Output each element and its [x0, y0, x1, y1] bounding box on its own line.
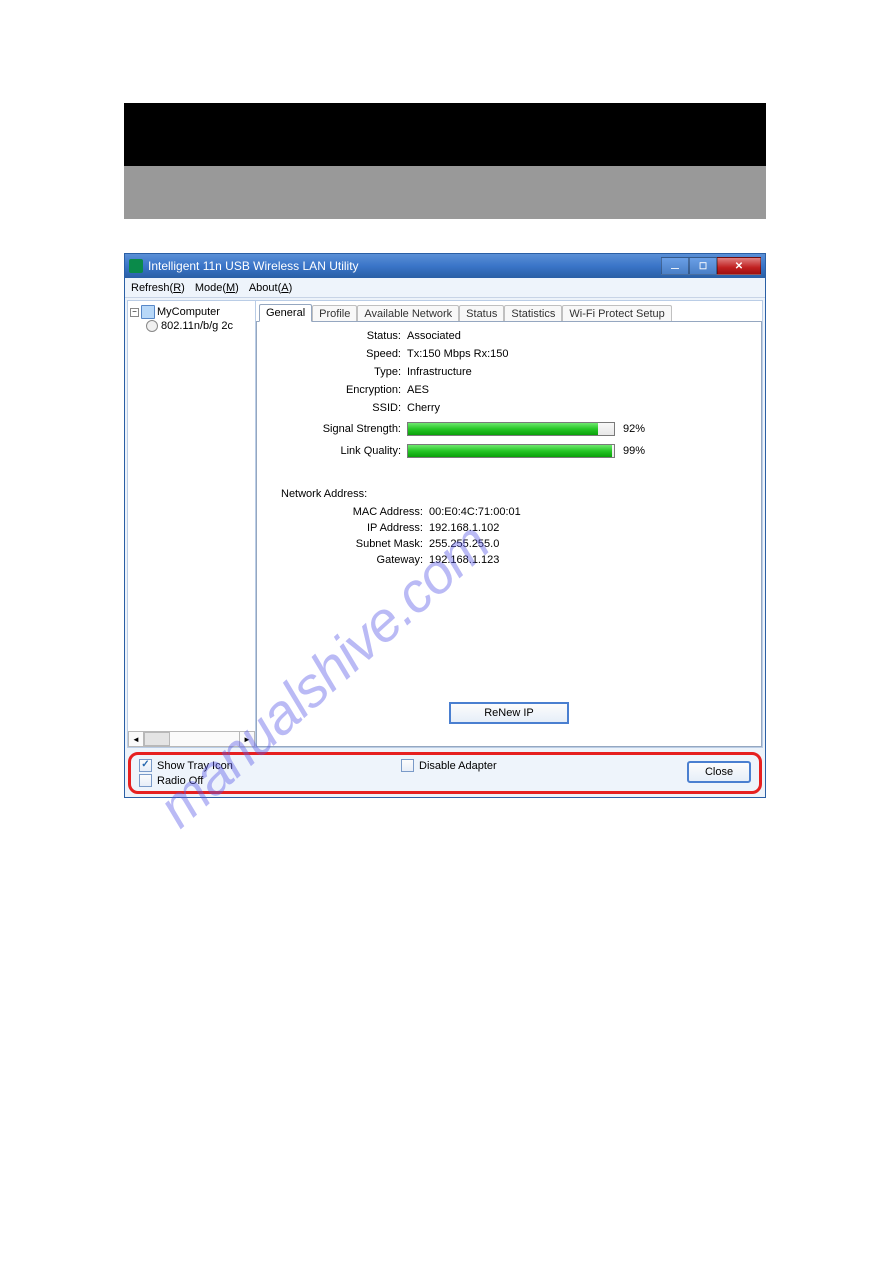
ip-value: 192.168.1.102	[429, 522, 499, 534]
checkbox-icon[interactable]	[139, 774, 152, 787]
tree-scrollbar[interactable]: ◄ ►	[128, 731, 255, 747]
minimize-button[interactable]	[661, 257, 689, 275]
tab-status[interactable]: Status	[459, 305, 504, 322]
link-quality-bar	[407, 444, 615, 458]
ssid-label: SSID:	[271, 402, 401, 414]
bottom-options-bar: Show Tray Icon Radio Off Disable Adapter…	[128, 752, 762, 794]
encryption-value: AES	[407, 384, 747, 396]
tree-root-label: MyComputer	[157, 306, 220, 318]
signal-strength-fill	[408, 423, 598, 435]
device-tree[interactable]: − MyComputer 802.11n/b/g 2c ◄ ►	[128, 301, 256, 747]
gateway-value: 192.168.1.123	[429, 554, 499, 566]
link-quality-fill	[408, 445, 612, 457]
radio-off-label: Radio Off	[157, 775, 203, 787]
speed-label: Speed:	[271, 348, 401, 360]
window-controls	[661, 257, 761, 275]
status-label: Status:	[271, 330, 401, 342]
window-close-button[interactable]	[717, 257, 761, 275]
scroll-left-button[interactable]: ◄	[128, 731, 144, 747]
tab-profile[interactable]: Profile	[312, 305, 357, 322]
signal-strength-label: Signal Strength:	[271, 423, 401, 435]
subnet-mask-label: Subnet Mask:	[271, 538, 423, 550]
collapse-icon[interactable]: −	[130, 308, 139, 317]
maximize-button[interactable]	[689, 257, 717, 275]
ip-label: IP Address:	[271, 522, 423, 534]
window-title: Intelligent 11n USB Wireless LAN Utility	[148, 259, 661, 273]
menu-mode[interactable]: Mode(M)	[195, 282, 239, 294]
encryption-label: Encryption:	[271, 384, 401, 396]
type-label: Type:	[271, 366, 401, 378]
speed-value: Tx:150 Mbps Rx:150	[407, 348, 747, 360]
subnet-mask-value: 255.255.255.0	[429, 538, 499, 550]
signal-strength-percent: 92%	[623, 423, 645, 435]
type-value: Infrastructure	[407, 366, 747, 378]
disable-adapter-label: Disable Adapter	[419, 760, 497, 772]
header-black-bar	[124, 103, 766, 166]
network-address-heading: Network Address:	[281, 488, 747, 500]
menu-refresh[interactable]: Refresh(R)	[131, 282, 185, 294]
signal-strength-bar	[407, 422, 615, 436]
wlan-utility-window: Intelligent 11n USB Wireless LAN Utility…	[124, 253, 766, 798]
checkbox-icon[interactable]	[401, 759, 414, 772]
checkbox-icon[interactable]	[139, 759, 152, 772]
ssid-value: Cherry	[407, 402, 747, 414]
gateway-label: Gateway:	[271, 554, 423, 566]
close-button[interactable]: Close	[687, 761, 751, 783]
tab-general-body: Status: Associated Speed: Tx:150 Mbps Rx…	[256, 321, 762, 747]
disable-adapter-checkbox[interactable]: Disable Adapter	[401, 759, 497, 772]
scroll-thumb[interactable]	[144, 732, 170, 746]
show-tray-icon-label: Show Tray Icon	[157, 760, 233, 772]
scroll-track[interactable]	[144, 731, 239, 747]
radio-off-checkbox[interactable]: Radio Off	[139, 774, 233, 787]
title-bar[interactable]: Intelligent 11n USB Wireless LAN Utility	[125, 254, 765, 278]
scroll-right-button[interactable]: ►	[239, 731, 255, 747]
tab-wifi-protect-setup[interactable]: Wi-Fi Protect Setup	[562, 305, 671, 322]
main-area: − MyComputer 802.11n/b/g 2c ◄ ► General …	[127, 300, 763, 748]
link-quality-percent: 99%	[623, 445, 645, 457]
link-quality-label: Link Quality:	[271, 445, 401, 457]
menu-bar: Refresh(R) Mode(M) About(A)	[125, 278, 765, 298]
menu-about[interactable]: About(A)	[249, 282, 292, 294]
tree-adapter-label: 802.11n/b/g 2c	[161, 320, 233, 332]
tab-statistics[interactable]: Statistics	[504, 305, 562, 322]
renew-ip-button[interactable]: ReNew IP	[449, 702, 569, 724]
tab-available-network[interactable]: Available Network	[357, 305, 459, 322]
tab-general[interactable]: General	[259, 304, 312, 322]
mac-value: 00:E0:4C:71:00:01	[429, 506, 521, 518]
app-icon	[129, 259, 143, 273]
adapter-icon	[146, 320, 158, 332]
tree-adapter-row[interactable]: 802.11n/b/g 2c	[128, 320, 255, 332]
status-value: Associated	[407, 330, 747, 342]
tabs-strip: General Profile Available Network Status…	[256, 301, 762, 321]
computer-icon	[141, 305, 155, 319]
mac-label: MAC Address:	[271, 506, 423, 518]
tab-area: General Profile Available Network Status…	[256, 301, 762, 747]
show-tray-icon-checkbox[interactable]: Show Tray Icon	[139, 759, 233, 772]
tree-root-row[interactable]: − MyComputer	[128, 304, 255, 320]
header-gray-bar	[124, 166, 766, 219]
